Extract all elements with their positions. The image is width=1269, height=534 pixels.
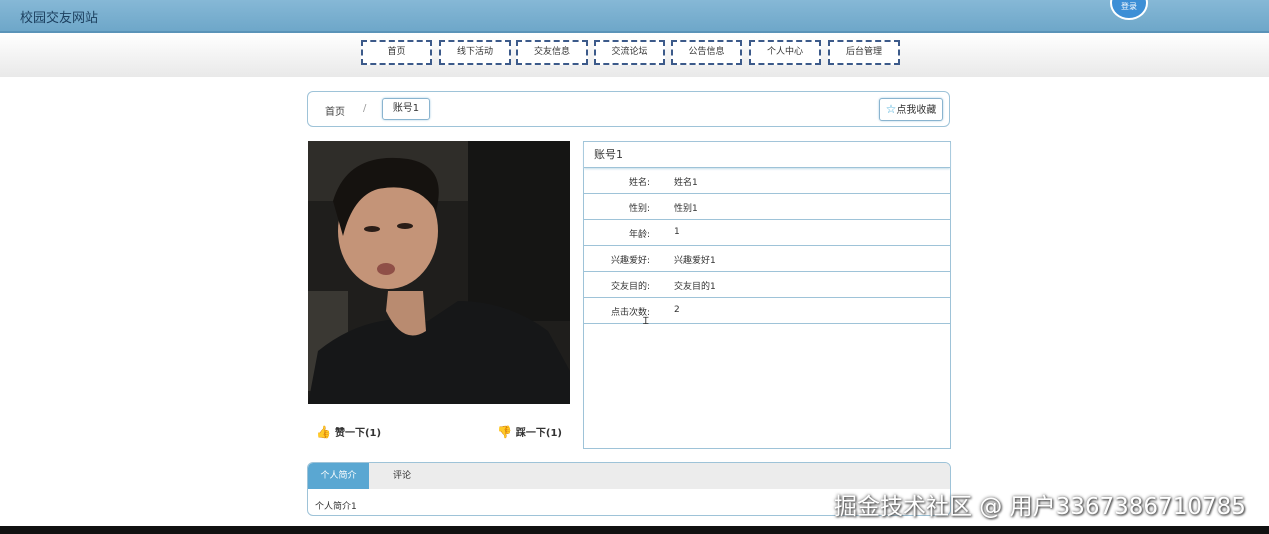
nav-item-offline-activities[interactable]: 线下活动 — [439, 40, 511, 65]
nav-item-announcements[interactable]: 公告信息 — [671, 40, 742, 65]
tab-content: 个人简介1 — [315, 502, 357, 512]
like-button[interactable]: 👍 赞一下(1) — [316, 424, 381, 439]
info-value: 性别1 — [674, 204, 698, 214]
info-label: 年龄: — [628, 230, 650, 240]
info-label: 姓名: — [628, 178, 650, 188]
info-row-gender: 性别: 性别1 — [584, 194, 950, 220]
tab-comments[interactable]: 评论 — [378, 463, 426, 489]
info-value: 交友目的1 — [674, 282, 716, 292]
info-row-name: 姓名: 姓名1 — [584, 168, 950, 194]
tab-profile-intro[interactable]: 个人简介 — [308, 463, 369, 489]
breadcrumb-separator: / — [363, 103, 367, 114]
profile-title: 账号1 — [584, 142, 950, 168]
info-row-click-count: 点击次数: 2 — [584, 298, 950, 324]
info-row-purpose: 交友目的: 交友目的1 — [584, 272, 950, 298]
nav-item-dating-info[interactable]: 交友信息 — [516, 40, 588, 65]
profile-photo — [308, 141, 570, 404]
info-label: 性别: — [628, 204, 650, 214]
info-row-age: 年龄: 1 — [584, 220, 950, 246]
main-navigation: 首页 线下活动 交友信息 交流论坛 公告信息 个人中心 后台管理 — [0, 33, 1269, 77]
profile-info-panel: 账号1 姓名: 姓名1 性别: 性别1 年龄: 1 兴趣爱好: 兴趣爱好1 交友… — [583, 141, 951, 449]
info-value: 姓名1 — [674, 178, 698, 188]
info-value: 1 — [674, 227, 680, 237]
thumbs-up-icon: 👍 — [316, 425, 331, 439]
top-bar: 校园交友网站 登录 — [0, 0, 1269, 33]
dislike-label: 踩一下(1) — [515, 428, 562, 439]
star-icon: ☆ — [885, 102, 897, 116]
nav-item-forum[interactable]: 交流论坛 — [594, 40, 665, 65]
thumbs-down-icon: 👎 — [496, 425, 512, 439]
info-value: 兴趣爱好1 — [674, 256, 716, 266]
nav-item-personal-center[interactable]: 个人中心 — [749, 40, 821, 65]
breadcrumb: 首页 / 账号1 ☆点我收藏 — [307, 91, 950, 127]
info-label: 交友目的: — [610, 282, 650, 292]
vote-row: 👍 赞一下(1) 👎 踩一下(1) — [308, 418, 570, 448]
site-title: 校园交友网站 — [20, 11, 99, 26]
info-label: 兴趣爱好: — [610, 256, 650, 266]
dislike-button[interactable]: 👎 踩一下(1) — [497, 424, 562, 439]
info-value: 2 — [674, 305, 680, 315]
breadcrumb-current: 账号1 — [382, 98, 430, 120]
breadcrumb-home-link[interactable]: 首页 — [325, 103, 345, 118]
info-row-hobbies: 兴趣爱好: 兴趣爱好1 — [584, 246, 950, 272]
favorite-button[interactable]: ☆点我收藏 — [879, 98, 943, 121]
screen-bottom-edge — [0, 526, 1269, 534]
watermark: 掘金技术社区 @ 用户3367386710785 — [834, 494, 1246, 520]
tabs-header: 个人简介 评论 — [308, 463, 950, 489]
nav-item-admin[interactable]: 后台管理 — [828, 40, 900, 65]
text-cursor-icon: Ɪ — [643, 316, 649, 327]
like-label: 赞一下(1) — [334, 428, 382, 439]
favorite-label: 点我收藏 — [896, 105, 937, 116]
profile-photo-graphic — [308, 141, 570, 404]
nav-item-home[interactable]: 首页 — [361, 40, 432, 65]
login-badge[interactable]: 登录 — [1110, 0, 1148, 20]
